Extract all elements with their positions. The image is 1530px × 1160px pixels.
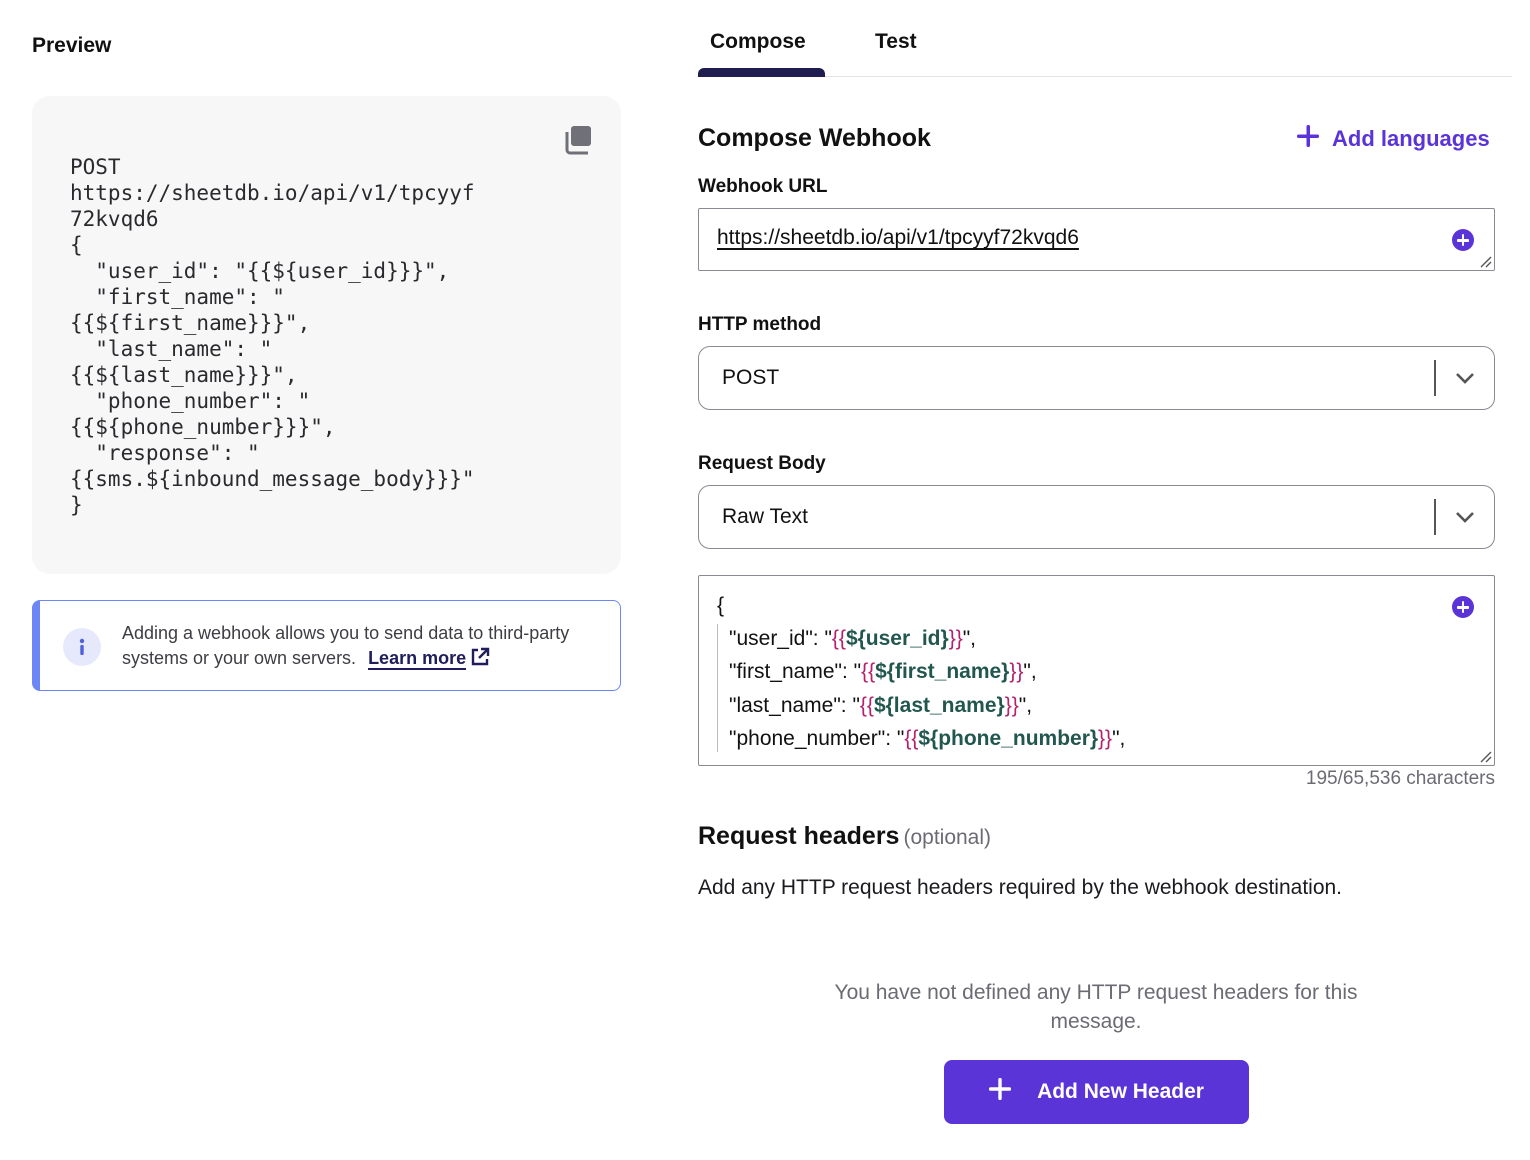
webhook-url-input[interactable]: https://sheetdb.io/api/v1/tpcyyf72kvqd6 — [698, 208, 1495, 271]
chevron-down-icon — [1455, 371, 1475, 390]
preview-title: Preview — [32, 34, 112, 57]
indent-guide — [717, 624, 718, 752]
request-body-label: Request Body — [698, 453, 826, 474]
add-new-header-label: Add New Header — [1037, 1080, 1204, 1103]
plus-icon — [1296, 124, 1332, 154]
add-languages-button[interactable]: Add languages — [1296, 124, 1490, 154]
http-method-label: HTTP method — [698, 314, 822, 335]
copy-icon[interactable] — [561, 124, 593, 156]
resize-handle-icon[interactable] — [1478, 254, 1492, 268]
body-line: "first_name": "{{${first_name}}}", — [729, 660, 1037, 683]
info-callout: Adding a webhook allows you to send data… — [32, 600, 621, 691]
http-method-value: POST — [722, 366, 780, 389]
tab-test[interactable]: Test — [875, 30, 917, 54]
preview-panel: POST https://sheetdb.io/api/v1/tpcyyf 72… — [32, 96, 621, 574]
select-divider — [1434, 360, 1436, 396]
learn-more-label: Learn more — [368, 648, 467, 668]
webhook-url-label: Webhook URL — [698, 176, 828, 197]
resize-handle-icon[interactable] — [1478, 749, 1492, 763]
add-new-header-button[interactable]: Add New Header — [944, 1060, 1249, 1124]
empty-headers-message: You have not defined any HTTP request he… — [834, 981, 1358, 1033]
body-line: { — [717, 594, 725, 617]
insert-variable-icon[interactable] — [1452, 596, 1474, 618]
learn-more-link[interactable]: Learn more — [368, 648, 467, 670]
request-headers-title: Request headers (optional) — [698, 822, 991, 851]
info-message: Adding a webhook allows you to send data… — [122, 623, 570, 668]
active-tab-indicator — [698, 68, 825, 77]
plus-icon — [989, 1078, 1037, 1106]
character-count: 195/65,536 characters — [1305, 768, 1495, 789]
http-method-select[interactable]: POST — [698, 346, 1495, 410]
webhook-url-value: https://sheetdb.io/api/v1/tpcyyf72kvqd6 — [717, 226, 1079, 249]
request-headers-description: Add any HTTP request headers required by… — [698, 876, 1343, 899]
request-body-editor[interactable]: { "user_id": "{{${user_id}}}", "first_na… — [698, 575, 1495, 766]
request-body-value: Raw Text — [722, 505, 808, 528]
body-line: "user_id": "{{${user_id}}}", — [729, 627, 977, 650]
select-divider — [1434, 499, 1436, 535]
add-languages-label: Add languages — [1332, 126, 1490, 151]
insert-variable-icon[interactable] — [1452, 229, 1474, 251]
preview-code: POST https://sheetdb.io/api/v1/tpcyyf 72… — [70, 155, 475, 517]
body-line: "phone_number": "{{${phone_number}}}", — [729, 727, 1126, 750]
request-body-select[interactable]: Raw Text — [698, 485, 1495, 549]
tab-compose[interactable]: Compose — [710, 30, 806, 54]
external-link-icon[interactable] — [470, 647, 490, 674]
info-icon — [63, 628, 101, 666]
compose-title: Compose Webhook — [698, 124, 931, 152]
info-text: Adding a webhook allows you to send data… — [122, 621, 602, 674]
body-line: "last_name": "{{${last_name}}}", — [729, 694, 1033, 717]
request-headers-heading: Request headers — [698, 822, 900, 850]
optional-label: (optional) — [903, 826, 992, 849]
chevron-down-icon — [1455, 510, 1475, 529]
tab-bar: Compose Test — [698, 0, 1512, 77]
